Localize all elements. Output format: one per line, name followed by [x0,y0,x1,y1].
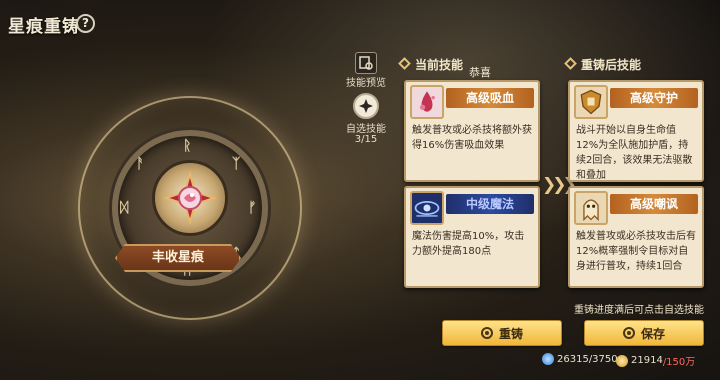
blood-drain-icon [410,85,444,119]
taunt-ghost-icon [574,191,608,225]
skill-description: 战斗开始以自身生命值12%为全队施加护盾，持续2回合，该效果无法驱散和叠加 [576,125,693,181]
select-skill-count: 3/15 [354,134,378,145]
reforge-tip: 重铸进度满后可点击自选技能 [574,305,704,316]
star-mark-name-ribbon: 丰收星痕 [115,244,241,272]
star-gem-icon[interactable] [164,172,216,224]
select-skill-label[interactable]: 自选技能 [336,120,396,135]
skill-name: 高级吸血 [446,88,534,108]
magic-eye-icon [410,191,444,225]
help-icon[interactable]: ? [76,14,95,33]
rune-glyph: ᚨ [136,156,145,172]
reforged-skill-card[interactable]: 高级嘲讽 触发普攻或必杀技攻击后有12%概率强制令目标对自身进行普攻，持续1回合 [568,186,704,288]
gem-cost: 26315/3750 [542,353,618,365]
reforged-skills-header: 重铸后技能 [564,56,641,73]
select-skill-icon[interactable] [353,93,379,119]
save-button[interactable]: 保存 [584,320,704,346]
skill-preview-label[interactable]: 技能预览 [336,74,396,89]
page-title: 星痕重铸 [8,17,80,37]
skill-name: 高级守护 [610,88,698,108]
diamond-icon [564,57,577,70]
current-skills-header: 当前技能 [398,56,463,73]
shield-guard-icon [574,85,608,119]
gold-cost: 21914/150万 [616,353,695,368]
reforge-icon [480,327,493,339]
skill-description: 触发普攻或必杀技将额外获得16%伤害吸血效果 [412,125,532,151]
skill-name: 中级魔法 [446,194,534,214]
congrats-text: 恭喜 [469,66,491,79]
rune-glyph: ᚱ [183,138,192,154]
skill-preview-icon[interactable] [355,52,377,74]
save-icon [622,327,635,339]
reforged-skill-card[interactable]: 高级守护 战斗开始以自身生命值12%为全队施加护盾，持续2回合，该效果无法驱散和… [568,80,704,182]
skill-description: 触发普攻或必杀技攻击后有12%概率强制令目标对自身进行普攻，持续1回合 [576,231,696,272]
diamond-icon [398,57,411,70]
current-skill-card[interactable]: 中级魔法 魔法伤害提高10%，攻击力额外提高180点 [404,186,540,288]
reforge-button[interactable]: 重铸 [442,320,562,346]
rune-glyph: ᛉ [232,156,241,172]
blue-gem-icon [542,353,554,365]
skill-description: 魔法伤害提高10%，攻击力额外提高180点 [412,231,525,257]
rune-glyph: ᛞ [120,200,129,216]
gold-coin-icon [616,354,628,367]
skill-name: 高级嘲讽 [610,194,698,214]
rune-glyph: ᚠ [248,200,257,216]
current-skill-card[interactable]: 高级吸血 触发普攻或必杀技将额外获得16%伤害吸血效果 [404,80,540,182]
